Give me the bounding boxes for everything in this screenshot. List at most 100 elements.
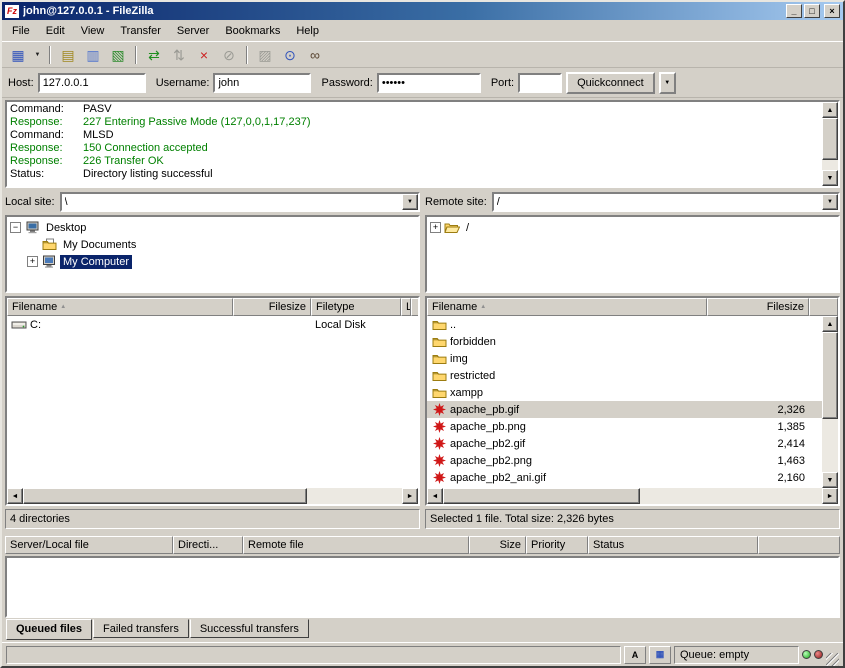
column-header-remote-file[interactable]: Remote file (243, 536, 469, 554)
remote-file-apache-pb-gif[interactable]: apache_pb.gif2,326 (427, 401, 822, 418)
column-header-filesize[interactable]: Filesize (707, 298, 809, 316)
ascii-mode-icon[interactable]: A (624, 646, 646, 664)
binary-mode-icon[interactable]: ▦ (649, 646, 671, 664)
menu-item-server[interactable]: Server (169, 22, 217, 40)
column-header-server-local-file[interactable]: Server/Local file (5, 536, 173, 554)
remote-file-apache-pb-png[interactable]: apache_pb.png1,385 (427, 418, 822, 435)
local-site-dropdown-icon[interactable]: ▼ (402, 194, 418, 210)
drive-icon (11, 319, 27, 330)
menu-item-file[interactable]: File (4, 22, 38, 40)
column-header-filetype[interactable]: Filetype (311, 298, 401, 316)
remote-file-apache-pb2-gif[interactable]: apache_pb2.gif2,414 (427, 435, 822, 452)
local-file-c[interactable]: C:Local Disk (7, 316, 418, 333)
sort-ascending-icon: ▲ (60, 304, 66, 310)
remote-file-forbidden[interactable]: forbidden (427, 333, 822, 350)
remote-vscroll-thumb[interactable] (822, 332, 838, 419)
column-header-filename[interactable]: Filename▲ (427, 298, 707, 316)
local-site-combo[interactable]: ▼ (60, 192, 420, 212)
scroll-right-icon[interactable]: ► (402, 488, 418, 504)
password-input[interactable] (377, 73, 481, 93)
remote-site-dropdown-icon[interactable]: ▼ (822, 194, 838, 210)
remote-site-combo[interactable]: ▼ (492, 192, 840, 212)
scroll-down-icon[interactable]: ▼ (822, 170, 838, 186)
remote-file-restricted[interactable]: restricted (427, 367, 822, 384)
toggle-tree-views-button[interactable]: ▥ (81, 44, 105, 66)
column-header-status[interactable]: Status (588, 536, 758, 554)
local-tree-item-my-computer[interactable]: +My Computer (7, 253, 418, 270)
scroll-up-icon[interactable]: ▲ (822, 102, 838, 118)
remote-site-input[interactable] (494, 194, 822, 210)
menu-item-edit[interactable]: Edit (38, 22, 73, 40)
local-hscroll-thumb[interactable] (23, 488, 307, 504)
remote-file-apache-pb2-ani-gif[interactable]: apache_pb2_ani.gif2,160 (427, 469, 822, 486)
remote-file-up[interactable]: .. (427, 316, 822, 333)
local-site-input[interactable] (62, 194, 402, 210)
remote-vertical-scrollbar[interactable]: ▲ ▼ (822, 316, 838, 488)
remote-site-label: Remote site: (425, 196, 487, 208)
host-input[interactable] (38, 73, 146, 93)
scroll-down-icon[interactable]: ▼ (822, 472, 838, 488)
remote-file-img[interactable]: img (427, 350, 822, 367)
scroll-left-icon[interactable]: ◄ (427, 488, 443, 504)
column-header-directi[interactable]: Directi... (173, 536, 243, 554)
minus-expander-icon[interactable]: − (10, 222, 21, 233)
toggle-message-log-button[interactable]: ▤ (56, 44, 80, 66)
directory-comparison-button[interactable]: ▨ (253, 44, 277, 66)
tab-queued-files[interactable]: Queued files (6, 619, 92, 640)
refresh-button[interactable]: ⇄ (142, 44, 166, 66)
menu-item-transfer[interactable]: Transfer (112, 22, 169, 40)
titlebar[interactable]: Fz john@127.0.0.1 - FileZilla _ □ × (2, 2, 843, 20)
column-header-filesize[interactable]: Filesize (233, 298, 311, 316)
scroll-left-icon[interactable]: ◄ (7, 488, 23, 504)
resize-grip[interactable] (826, 653, 839, 666)
filter-button[interactable]: ∞ (303, 44, 327, 66)
tab-failed-transfers[interactable]: Failed transfers (93, 619, 189, 638)
abort-icon: × (200, 48, 208, 62)
port-input[interactable] (518, 73, 562, 93)
process-queue-button[interactable]: ⇅ (167, 44, 191, 66)
log-scrollbar[interactable]: ▲ ▼ (822, 102, 838, 186)
log-line: Status:Directory listing successful (10, 168, 819, 181)
filezilla-logo-icon: Fz (5, 5, 19, 18)
local-horizontal-scrollbar[interactable]: ◄ ► (7, 488, 418, 504)
plus-expander-icon[interactable]: + (27, 256, 38, 267)
remote-file-apache-pb2-png[interactable]: apache_pb2.png1,463 (427, 452, 822, 469)
message-log: Command:PASVResponse:227 Entering Passiv… (5, 100, 840, 188)
close-button[interactable]: × (824, 4, 840, 18)
minimize-button[interactable]: _ (786, 4, 802, 18)
transfer-queue-body[interactable] (5, 556, 840, 618)
column-header-size[interactable]: Size (469, 536, 526, 554)
find-files-button[interactable]: ⊙ (278, 44, 302, 66)
scroll-up-icon[interactable]: ▲ (822, 316, 838, 332)
column-header-priority[interactable]: Priority (526, 536, 588, 554)
site-manager-button[interactable]: ▦ (6, 44, 30, 66)
quickconnect-button[interactable]: Quickconnect (566, 72, 655, 94)
site-manager-dropdown-icon[interactable]: ▼ (31, 44, 44, 66)
image-icon (431, 454, 447, 467)
username-input[interactable] (213, 73, 311, 93)
column-header-filename[interactable]: Filename▲ (7, 298, 233, 316)
log-scrollbar-thumb[interactable] (822, 118, 838, 160)
remote-horizontal-scrollbar[interactable]: ◄ ► (427, 488, 838, 504)
menu-item-view[interactable]: View (73, 22, 113, 40)
disconnect-button[interactable]: ⊘ (217, 44, 241, 66)
queue-status-text: Queue: empty (674, 646, 799, 664)
scroll-right-icon[interactable]: ► (822, 488, 838, 504)
abort-button[interactable]: × (192, 44, 216, 66)
column-header-l[interactable]: L (401, 298, 411, 316)
quickconnect-dropdown-icon[interactable]: ▼ (659, 72, 676, 94)
toggle-transfer-queue-button[interactable]: ▧ (106, 44, 130, 66)
remote-file-xampp[interactable]: xampp (427, 384, 822, 401)
menu-item-help[interactable]: Help (288, 22, 327, 40)
maximize-button[interactable]: □ (804, 4, 820, 18)
local-tree-item-desktop[interactable]: −Desktop (7, 219, 418, 236)
local-tree-item-my-documents[interactable]: My Documents (7, 236, 418, 253)
remote-tree-item-up[interactable]: +/ (427, 219, 838, 236)
remote-hscroll-thumb[interactable] (443, 488, 640, 504)
log-line: Response:227 Entering Passive Mode (127,… (10, 116, 819, 129)
remote-list-header: Filename▲Filesize (427, 298, 838, 316)
plus-expander-icon[interactable]: + (430, 222, 441, 233)
tab-successful-transfers[interactable]: Successful transfers (190, 619, 309, 638)
menu-item-bookmarks[interactable]: Bookmarks (217, 22, 288, 40)
queue-tabs: Queued filesFailed transfersSuccessful t… (2, 618, 843, 642)
